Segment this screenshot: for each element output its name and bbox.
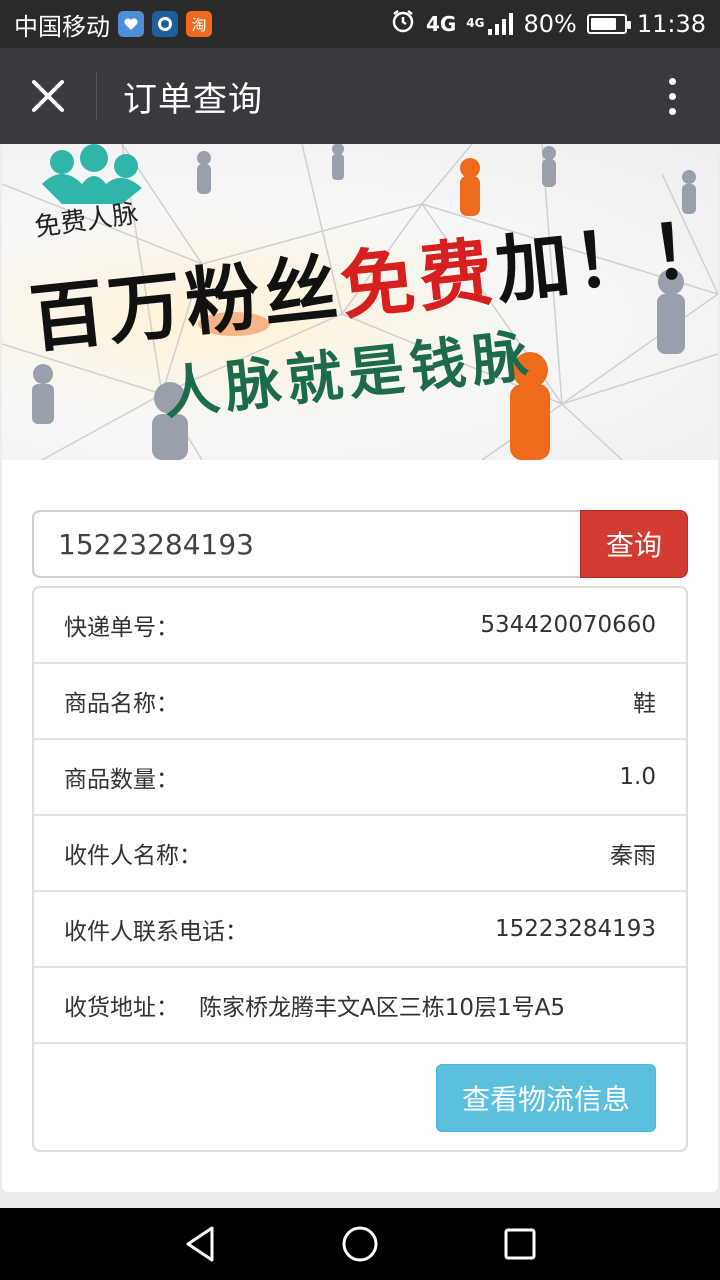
promo-banner[interactable]: 免费人脉 百万粉丝免费加！！ 人脉就是钱脉	[2, 144, 718, 460]
row-label: 商品数量：	[64, 767, 179, 793]
title-bar: 订单查询	[0, 48, 720, 144]
row-value: 15223284193	[495, 916, 656, 942]
row-value: 陈家桥龙腾丰文A区三栋10层1号A5	[199, 995, 566, 1021]
more-menu-button[interactable]	[624, 48, 720, 144]
signal-icon	[488, 13, 514, 35]
phone-search-input[interactable]	[32, 510, 580, 578]
table-row-tracking-number: 快递单号： 534420070660	[34, 588, 686, 664]
alarm-icon	[390, 8, 416, 40]
taobao-icon: 淘	[186, 11, 212, 37]
more-dot-icon	[668, 92, 676, 100]
clock: 11:38	[636, 10, 706, 38]
search-button[interactable]: 查询	[580, 510, 688, 578]
table-footer: 查看物流信息	[34, 1044, 686, 1152]
close-button[interactable]	[0, 48, 96, 144]
order-info-table: 快递单号： 534420070660 商品名称： 鞋 商品数量： 1.0 收件人…	[32, 586, 688, 1152]
health-app-icon	[118, 11, 144, 37]
table-row-product-name: 商品名称： 鞋	[34, 664, 686, 740]
battery-icon	[586, 14, 631, 34]
search-bar: 查询	[32, 510, 688, 578]
network-type-small: 4G	[466, 16, 485, 30]
home-button[interactable]	[330, 1214, 390, 1274]
row-label: 收件人名称：	[64, 843, 202, 869]
more-dot-icon	[668, 77, 676, 85]
status-bar: 中国移动 淘 4G 4G 80% 11:38	[0, 0, 720, 48]
home-icon	[342, 1226, 378, 1262]
recent-apps-button[interactable]	[490, 1214, 550, 1274]
page-title: 订单查询	[123, 79, 263, 120]
row-value: 534420070660	[480, 612, 656, 638]
row-label: 收件人联系电话：	[64, 919, 248, 945]
close-icon	[32, 80, 64, 112]
system-nav-bar	[0, 1208, 720, 1280]
view-logistics-button[interactable]: 查看物流信息	[436, 1064, 656, 1132]
row-value: 秦雨	[610, 843, 656, 869]
row-label: 收货地址：	[64, 995, 179, 1021]
table-row-address: 收货地址： 陈家桥龙腾丰文A区三栋10层1号A5	[34, 968, 686, 1044]
table-row-quantity: 商品数量： 1.0	[34, 740, 686, 816]
more-dot-icon	[668, 107, 676, 115]
recent-apps-icon	[504, 1228, 536, 1260]
row-value: 1.0	[619, 764, 656, 790]
row-value: 鞋	[633, 691, 656, 717]
back-icon	[186, 1226, 214, 1262]
table-row-recipient-name: 收件人名称： 秦雨	[34, 816, 686, 892]
network-type: 4G	[425, 12, 457, 36]
content-card: 免费人脉 百万粉丝免费加！！ 人脉就是钱脉 查询 快递单号： 534420070…	[2, 144, 718, 1192]
carrier-name: 中国移动	[14, 12, 110, 41]
title-divider	[96, 72, 97, 120]
battery-percent: 80%	[523, 10, 577, 38]
row-label: 快递单号：	[64, 615, 179, 641]
chat-app-icon	[152, 11, 178, 37]
table-row-recipient-phone: 收件人联系电话： 15223284193	[34, 892, 686, 968]
row-label: 商品名称：	[64, 691, 179, 717]
back-button[interactable]	[170, 1214, 230, 1274]
